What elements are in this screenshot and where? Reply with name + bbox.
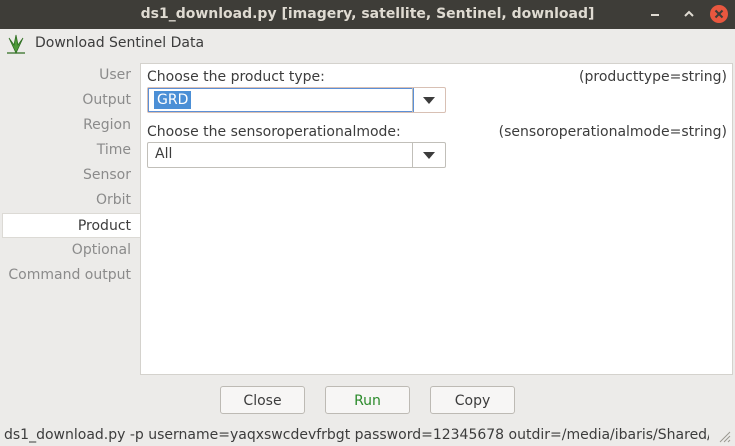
maximize-button[interactable] [679, 4, 699, 24]
minimize-icon [651, 14, 659, 16]
sidebar-item-user[interactable]: User [0, 63, 140, 88]
chevron-down-icon [423, 152, 435, 159]
run-button[interactable]: Run [325, 386, 410, 414]
sensormode-combo[interactable]: All [147, 142, 446, 168]
minimize-button[interactable] [645, 4, 665, 24]
sidebar-item-optional[interactable]: Optional [0, 238, 140, 263]
sensormode-hint: (sensoroperationalmode=string) [498, 124, 727, 140]
close-icon [710, 5, 728, 23]
copy-button[interactable]: Copy [430, 386, 515, 414]
sidebar-item-output[interactable]: Output [0, 88, 140, 113]
sensormode-label: Choose the sensoroperationalmode: [147, 124, 401, 140]
command-statusbar: ds1_download.py -p username=yaqxswcdevfr… [4, 427, 709, 443]
maximize-icon [684, 10, 694, 17]
producttype-combo[interactable]: GRD [147, 87, 446, 113]
sidebar-item-command-output[interactable]: Command output [0, 263, 140, 288]
sidebar-item-region[interactable]: Region [0, 113, 140, 138]
producttype-input[interactable]: GRD [148, 88, 414, 112]
producttype-dropdown-button[interactable] [412, 88, 445, 112]
window-title: ds1_download.py [imagery, satellite, Sen… [140, 6, 595, 22]
dialog-header: Download Sentinel Data [0, 30, 735, 58]
producttype-hint: (producttype=string) [579, 69, 727, 85]
producttype-value: GRD [154, 91, 192, 109]
dialog-title: Download Sentinel Data [35, 35, 205, 51]
sidebar: User Output Region Time Sensor Orbit Pro… [0, 63, 140, 288]
grass-icon [7, 34, 25, 54]
sensormode-dropdown-button[interactable] [412, 143, 445, 167]
window-titlebar: ds1_download.py [imagery, satellite, Sen… [0, 0, 735, 29]
sidebar-item-orbit[interactable]: Orbit [0, 188, 140, 213]
close-button[interactable]: Close [220, 386, 305, 414]
sidebar-item-time[interactable]: Time [0, 138, 140, 163]
chevron-down-icon [423, 97, 435, 104]
window-close-button[interactable] [709, 4, 729, 24]
sensormode-value: All [155, 146, 173, 162]
product-panel: Choose the product type: (producttype=st… [140, 63, 733, 375]
sidebar-item-sensor[interactable]: Sensor [0, 163, 140, 188]
resize-grip-icon[interactable] [717, 429, 731, 443]
sidebar-item-product[interactable]: Product [2, 213, 140, 238]
producttype-label: Choose the product type: [147, 69, 325, 85]
sensormode-input[interactable]: All [148, 143, 412, 167]
